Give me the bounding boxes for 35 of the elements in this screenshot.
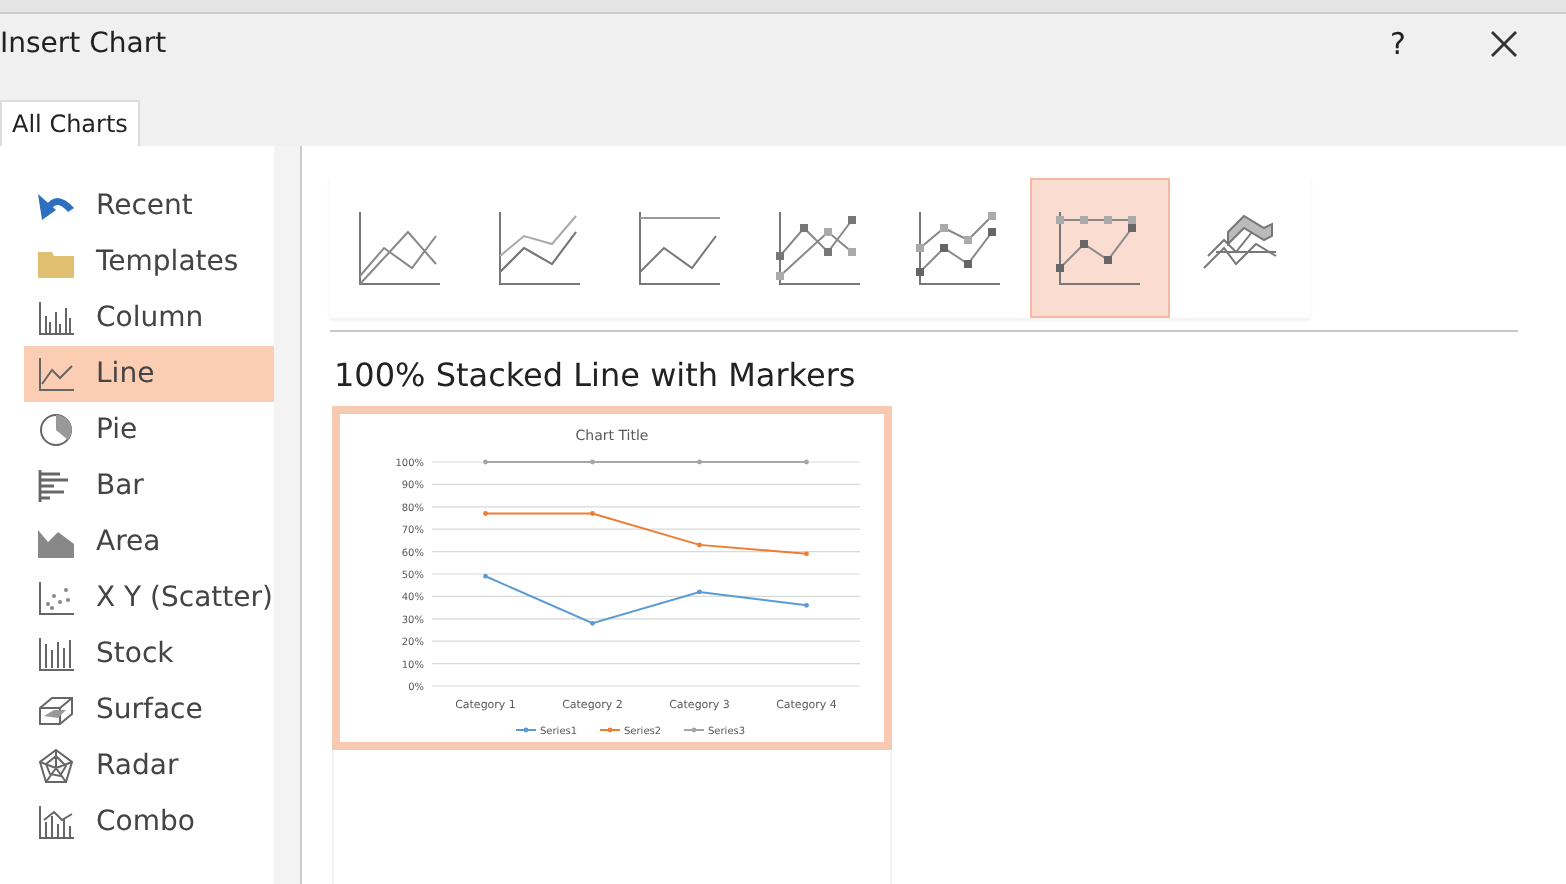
chart-type-item[interactable]: Pie xyxy=(24,402,274,458)
stacked-markers-line-chart-icon xyxy=(916,208,1004,288)
chart-subtype-button[interactable] xyxy=(1030,178,1170,318)
chart-type-item[interactable]: Area xyxy=(24,514,274,570)
radar-chart-icon xyxy=(36,748,76,784)
column-chart-icon xyxy=(36,300,76,336)
chart-subtype-button[interactable] xyxy=(1170,178,1310,318)
chart-type-item[interactable]: X Y (Scatter) xyxy=(24,570,274,626)
chart-type-item[interactable]: Templates xyxy=(24,234,274,290)
chart-type-item[interactable]: Bar xyxy=(24,458,274,514)
chart-type-item[interactable]: Combo xyxy=(24,794,274,850)
chart-type-item[interactable]: Recent xyxy=(24,178,274,234)
chart-type-item[interactable]: Line xyxy=(24,346,274,402)
combo-chart-icon xyxy=(36,804,76,840)
chart-type-item[interactable]: Stock xyxy=(24,626,274,682)
scatter-chart-icon xyxy=(36,580,76,616)
pie-chart-icon xyxy=(36,412,76,448)
chart-subtype-heading: 100% Stacked Line with Markers xyxy=(334,356,858,394)
window-title: Insert Chart xyxy=(0,28,169,60)
percent-markers-line-chart-icon xyxy=(1056,208,1144,288)
surface-chart-icon xyxy=(36,692,76,728)
close-icon xyxy=(1490,30,1518,58)
line-markers-line-chart-icon xyxy=(776,208,864,288)
chart-type-item[interactable]: Column xyxy=(24,290,274,346)
recent-chart-icon xyxy=(36,188,76,224)
line-line-chart-icon xyxy=(356,208,444,288)
line-chart-icon xyxy=(36,356,76,392)
chart-type-item[interactable]: Surface xyxy=(24,682,274,738)
help-button[interactable]: ? xyxy=(1378,24,1418,64)
stock-chart-icon xyxy=(36,636,76,672)
tab[interactable]: All Charts xyxy=(0,100,140,146)
percent-line-chart-icon xyxy=(636,208,724,288)
close-button[interactable] xyxy=(1486,26,1522,62)
stacked-line-chart-icon xyxy=(496,208,584,288)
chart-type-item[interactable]: Radar xyxy=(24,738,274,794)
